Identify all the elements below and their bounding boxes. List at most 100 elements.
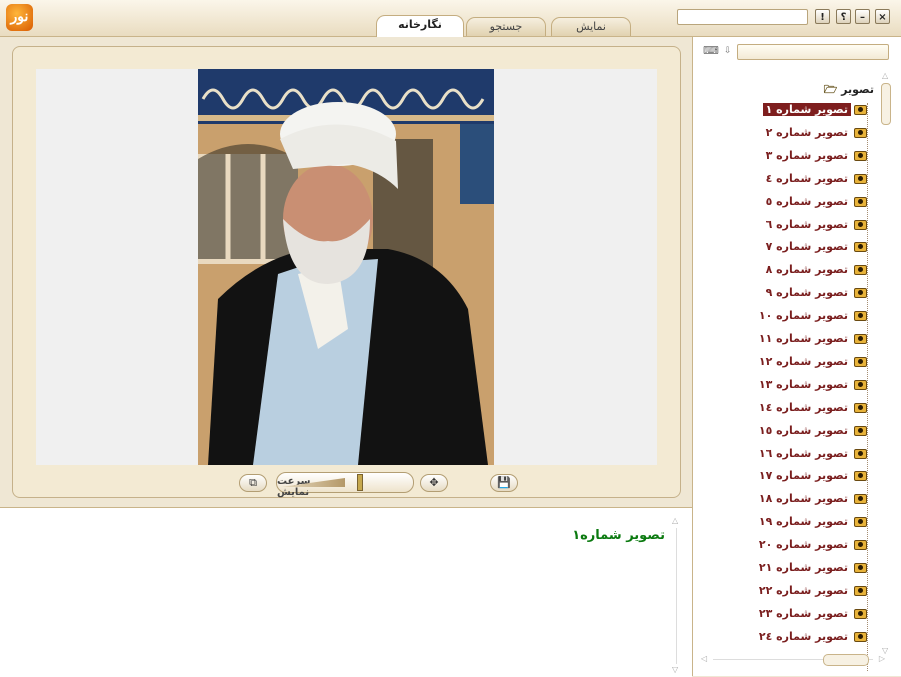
camera-icon (854, 127, 867, 138)
speed-label: سرعت نمایش (277, 476, 311, 498)
right-panel: ⌨ ⇩ تصویر 🗁 تصویر شماره ۱ تصویر شماره ۲ تص… (692, 37, 901, 676)
tree-item-label: تصویر شماره ۲۱ (758, 561, 848, 574)
tree-item[interactable]: تصویر شماره ۲۲ (756, 582, 867, 600)
caption-text: تصویر شماره۱ (572, 528, 665, 543)
camera-icon (854, 494, 867, 505)
tree-item-label: تصویر شماره ۸ (765, 263, 848, 277)
tree-item[interactable]: تصویر شماره ١٥ (756, 422, 867, 440)
scroll-thumb[interactable] (823, 654, 869, 666)
tree-item-label: تصویر شماره ۲۰ (758, 538, 848, 552)
tree-item-label: تصویر شماره ۱۰ (758, 309, 848, 323)
fullscreen-button[interactable]: ✥ (420, 474, 448, 492)
tree-root[interactable]: تصویر 🗁 (821, 81, 874, 100)
camera-icon (854, 517, 867, 528)
tree-item[interactable]: تصویر شماره ۱۱ (756, 330, 867, 348)
tree-item[interactable]: تصویر شماره ۹ (763, 284, 867, 302)
tree-item[interactable]: تصویر شماره ۱۳ (756, 376, 867, 394)
camera-icon (854, 540, 867, 551)
copy-icon: ⧉ (249, 476, 257, 489)
speed-slider-thumb[interactable] (357, 474, 363, 491)
gallery-photo[interactable] (198, 69, 494, 465)
tree-item[interactable]: تصویر شماره ۱۲ (756, 353, 867, 371)
camera-icon (854, 265, 867, 276)
tree-item-label: تصویر شماره ۱۳ (758, 377, 848, 391)
tree-item-label: تصویر شماره ۹ (765, 286, 848, 300)
help-button[interactable]: ؟ (836, 9, 851, 24)
camera-icon (854, 356, 867, 367)
title-bar: نور نمایش جستجو نگارخانه 🔍 ! ؟ – × (0, 0, 901, 37)
tree-horizontal-scrollbar[interactable]: ◁ ▷ (701, 654, 885, 666)
tree-item[interactable]: تصویر شماره ۲٤ (756, 628, 867, 646)
tree-item[interactable]: تصویر شماره ۲۰ (756, 536, 867, 554)
tree-item[interactable]: تصویر شماره ۱۸ (756, 490, 867, 508)
save-icon: 💾 (497, 476, 511, 489)
tree-item[interactable]: تصویر شماره ١٦ (756, 445, 867, 463)
scroll-up-icon[interactable]: △ (672, 516, 678, 525)
camera-icon (854, 471, 867, 482)
tree-item[interactable]: تصویر شماره ٤ (763, 170, 867, 188)
camera-icon (854, 608, 867, 619)
scroll-right-icon[interactable]: ▷ (879, 654, 885, 663)
scroll-left-icon[interactable]: ◁ (701, 654, 707, 663)
tree-item[interactable]: تصویر شماره ۸ (763, 261, 867, 279)
tree-item-label: تصویر شماره ۱ (762, 103, 851, 116)
tree-search-input[interactable] (737, 44, 889, 60)
camera-icon (854, 631, 867, 642)
camera-icon (854, 448, 867, 459)
photo-illustration (198, 69, 494, 465)
copy-button[interactable]: ⧉ (239, 474, 267, 492)
tree-item-label: تصویر شماره ۷ (765, 240, 848, 254)
camera-icon (854, 402, 867, 413)
tab-gallery[interactable]: نگارخانه (376, 15, 464, 37)
tree-item-label: تصویر شماره ١٦ (758, 446, 848, 460)
camera-icon (854, 150, 867, 161)
scroll-thumb[interactable] (881, 83, 891, 125)
camera-icon (854, 563, 867, 573)
tree-item[interactable]: تصویر شماره ۱ (762, 101, 867, 119)
tree-item[interactable]: تصویر شماره ۷ (763, 238, 867, 256)
caption-scrollbar[interactable]: △ ▽ (672, 516, 682, 674)
tree-item[interactable]: تصویر شماره ١٤ (756, 399, 867, 417)
tree-vertical-scrollbar[interactable]: △ ▽ (881, 71, 891, 655)
close-button[interactable]: × (875, 9, 890, 24)
tree-item[interactable]: تصویر شماره ۲۱ (756, 559, 867, 577)
folder-open-icon: 🗁 (823, 83, 838, 96)
tree-item-label: تصویر شماره ۳ (765, 148, 848, 162)
slideshow-speed-control[interactable]: سرعت نمایش (276, 472, 414, 498)
tree-item[interactable]: تصویر شماره ۲ (763, 124, 867, 142)
search-input[interactable] (677, 9, 808, 25)
tree-item-label: تصویر شماره ۲ (765, 125, 848, 139)
camera-icon (854, 425, 867, 436)
scroll-up-icon[interactable]: △ (882, 71, 888, 80)
tree-item-label: تصویر شماره ٦ (765, 217, 848, 231)
scroll-down-icon[interactable]: ▽ (672, 665, 678, 674)
camera-icon (854, 219, 867, 230)
camera-icon (854, 105, 867, 115)
tree-item[interactable]: تصویر شماره ۲۳ (756, 605, 867, 623)
app-logo: نور (6, 4, 33, 31)
tree-item[interactable]: تصویر شماره ۱۷ (756, 467, 867, 485)
tab-display[interactable]: نمایش (551, 17, 631, 36)
tree-item[interactable]: تصویر شماره ٦ (763, 216, 867, 234)
tree-item[interactable]: تصویر شماره ۱۹ (756, 513, 867, 531)
tree-item-label: تصویر شماره ۱۸ (758, 492, 848, 506)
tree-item[interactable]: تصویر شماره ۳ (763, 147, 867, 165)
tree-item[interactable]: تصویر شماره ۱۰ (756, 307, 867, 325)
save-button[interactable]: 💾 (490, 474, 518, 492)
keyboard-icon[interactable]: ⌨ (703, 45, 719, 57)
tree-item-label: تصویر شماره ٥ (765, 194, 848, 208)
camera-icon (854, 288, 867, 299)
minimize-button[interactable]: – (855, 9, 870, 24)
image-tree-list: تصویر شماره ۱ تصویر شماره ۲ تصویر شماره ۳ ت… (693, 99, 901, 659)
tree-item-label: تصویر شماره ۲۳ (758, 606, 848, 620)
tree-item-label: تصویر شماره ۲۲ (758, 583, 848, 597)
camera-icon (854, 334, 867, 344)
tree-item[interactable]: تصویر شماره ٥ (763, 193, 867, 211)
tab-search[interactable]: جستجو (466, 17, 546, 36)
tree-item-label: تصویر شماره ١٥ (758, 423, 848, 437)
info-button[interactable]: ! (815, 9, 830, 24)
tree-item-label: تصویر شماره ۱۷ (758, 469, 848, 483)
camera-icon (854, 196, 867, 207)
arrow-down-icon[interactable]: ⇩ (724, 45, 736, 57)
tree-item-label: تصویر شماره ٤ (765, 171, 848, 185)
